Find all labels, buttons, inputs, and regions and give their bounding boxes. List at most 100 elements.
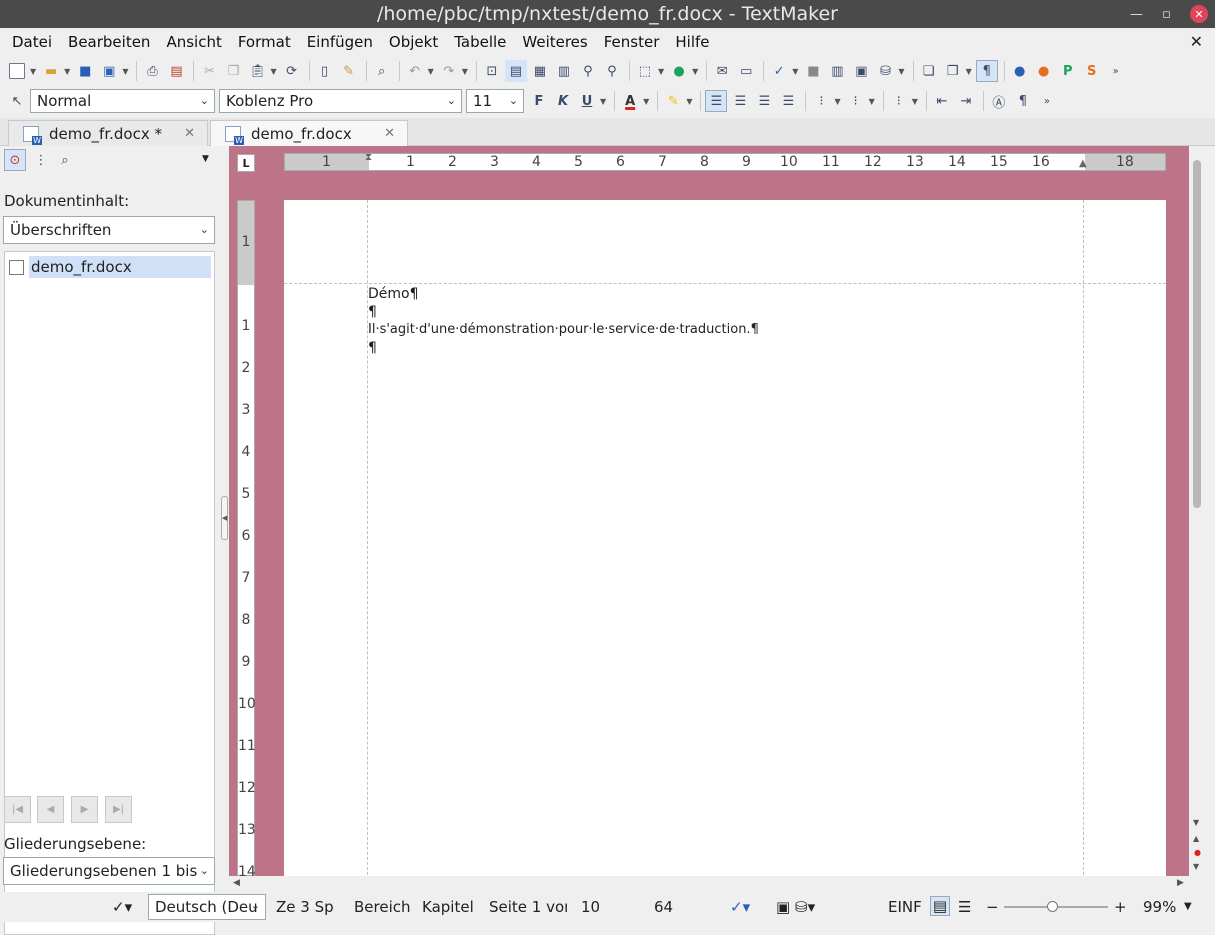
close-tab-icon[interactable]: ✕	[384, 126, 395, 141]
outline-view-icon[interactable]: ▥	[553, 60, 575, 82]
justify-icon[interactable]: ☰	[777, 90, 799, 112]
firefox-icon[interactable]: ●	[1033, 60, 1055, 82]
document-copy-icon[interactable]: ❏	[918, 60, 940, 82]
open-folder-icon[interactable]: ▬	[40, 60, 62, 82]
vertical-ruler[interactable]: 1 1 2 3 4 5 6 7 8 9 10 11 12 13 14	[237, 200, 256, 876]
insert-mode[interactable]: EINF	[888, 898, 922, 916]
scroll-right-icon[interactable]: ▶	[1177, 878, 1184, 888]
paragraph-format-icon[interactable]: ¶	[1012, 90, 1034, 112]
envelope-icon[interactable]: ✉	[711, 60, 733, 82]
menu-bearbeiten[interactable]: Bearbeiten	[60, 33, 158, 51]
language-select[interactable]: Deutsch (Deu ⌄	[148, 894, 266, 920]
vertical-scrollbar[interactable]: ▼ ▲ ● ▼	[1189, 146, 1205, 876]
menu-einfuegen[interactable]: Einfügen	[299, 33, 381, 51]
document-page[interactable]: Démo¶ ¶ Il·s'agit·d'une·démonstration·po…	[284, 200, 1166, 876]
font-size-select[interactable]: 11 ⌄	[466, 89, 524, 113]
refresh-icon[interactable]: ⟳	[281, 60, 303, 82]
spellcheck-icon[interactable]: ✓▾	[730, 898, 750, 916]
numbered-list-icon[interactable]: ⁝	[845, 90, 867, 112]
scrollbar-thumb[interactable]	[1193, 160, 1201, 508]
previous-button[interactable]: ◀	[37, 796, 64, 823]
maximize-icon[interactable]: ▫	[1162, 0, 1171, 28]
zoom-in-icon[interactable]: +	[1114, 898, 1127, 916]
export-pdf-icon[interactable]: ▤	[165, 60, 187, 82]
normal-view-icon[interactable]: ▤	[504, 60, 527, 82]
scroll-left-icon[interactable]: ◀	[233, 878, 240, 888]
menu-tabelle[interactable]: Tabelle	[446, 33, 514, 51]
menu-ansicht[interactable]: Ansicht	[158, 33, 229, 51]
tab-document-modified[interactable]: demo_fr.docx * ✕	[8, 120, 208, 146]
horizontal-ruler[interactable]: ⧗ ▲ 1 1 2 3 4 5 6 7 8 9 10 11 12 13 14 1…	[284, 152, 1166, 171]
database-icon[interactable]: ⛁	[874, 60, 896, 82]
chevron-down-icon[interactable]: ▼	[1184, 901, 1192, 912]
zoom-out-icon[interactable]: −	[986, 898, 999, 916]
paste-icon[interactable]: 📋︎	[246, 60, 268, 82]
menu-fenster[interactable]: Fenster	[596, 33, 668, 51]
previous-page-icon[interactable]: ▲	[1193, 834, 1199, 843]
pointer-icon[interactable]: ↖	[6, 90, 28, 112]
normal-view-icon[interactable]: ▤	[930, 896, 950, 916]
cut-icon[interactable]: ✂	[198, 60, 220, 82]
chevron-down-icon[interactable]: ▼	[202, 154, 209, 164]
character-format-icon[interactable]: Ⓐ	[988, 90, 1010, 112]
copy-icon[interactable]: ❐	[222, 60, 244, 82]
last-button[interactable]: ▶|	[105, 796, 132, 823]
outline-list-icon[interactable]: ⁝	[888, 90, 910, 112]
save-all-icon[interactable]: ▣	[98, 60, 120, 82]
layout-view-icon[interactable]: ▦	[529, 60, 551, 82]
next-button[interactable]: ▶	[71, 796, 98, 823]
bold-button[interactable]: F	[528, 90, 550, 112]
more-icon[interactable]: »	[1105, 60, 1127, 82]
spellcheck-icon[interactable]: ✓	[768, 60, 790, 82]
minimize-icon[interactable]: —	[1130, 0, 1143, 28]
tree-item[interactable]: demo_fr.docx	[9, 256, 211, 278]
style-select[interactable]: Normal ⌄	[30, 89, 215, 113]
font-color-button[interactable]: A	[619, 90, 641, 112]
paragraph-empty[interactable]: ¶	[368, 339, 377, 357]
redo-icon[interactable]: ↷	[438, 60, 460, 82]
horizontal-scrollbar[interactable]: ◀ ▶	[229, 876, 1189, 892]
shade-icon[interactable]: ■	[802, 60, 824, 82]
spellcheck-status-icon[interactable]: ✓▾	[112, 898, 132, 916]
thunderbird-icon[interactable]: ●	[1009, 60, 1031, 82]
print-icon[interactable]: ⎙	[141, 60, 163, 82]
italic-button[interactable]: K	[552, 90, 574, 112]
more-icon[interactable]: »	[1036, 90, 1058, 112]
scroll-down-icon[interactable]: ▼	[1193, 818, 1199, 827]
zoom-in-icon[interactable]: ⚲	[577, 60, 599, 82]
first-button[interactable]: |◀	[4, 796, 31, 823]
presentations-icon[interactable]: S	[1081, 60, 1103, 82]
highlight-icon[interactable]: ✎	[662, 90, 684, 112]
new-document-icon[interactable]	[6, 60, 28, 82]
close-tab-icon[interactable]: ✕	[184, 126, 195, 141]
zoom-slider-handle[interactable]	[1047, 901, 1058, 912]
tab-document-active[interactable]: demo_fr.docx ✕	[210, 120, 408, 146]
menu-datei[interactable]: Datei	[4, 33, 60, 51]
stamp-icon[interactable]: ▣	[776, 898, 790, 916]
objects-icon[interactable]: ⋮	[30, 149, 52, 171]
menu-format[interactable]: Format	[230, 33, 299, 51]
close-window-icon[interactable]: ✕	[1190, 5, 1208, 23]
page-view-icon[interactable]: ▯	[314, 60, 336, 82]
frame-icon[interactable]: ⬚	[634, 60, 656, 82]
database-icon[interactable]: ⛁▾	[795, 898, 815, 916]
next-page-icon[interactable]: ▼	[1193, 862, 1199, 871]
web-icon[interactable]: ●	[668, 60, 690, 82]
search-icon[interactable]: ⌕	[371, 60, 393, 82]
book-icon[interactable]: ▥	[826, 60, 848, 82]
pilcrow-icon[interactable]: ¶	[975, 60, 998, 82]
outline-view-icon[interactable]: ☰	[958, 898, 971, 916]
save-icon[interactable]: ■	[74, 60, 96, 82]
zoom-fit-icon[interactable]: ⊡	[481, 60, 503, 82]
increase-indent-icon[interactable]: ⇥	[955, 90, 977, 112]
stamp-icon[interactable]: ▣	[850, 60, 872, 82]
underline-button[interactable]: U	[576, 90, 598, 112]
indent-marker-icon[interactable]: ⧗	[365, 152, 372, 163]
decrease-indent-icon[interactable]: ⇤	[931, 90, 953, 112]
paragraph-body[interactable]: Il·s'agit·d'une·démonstration·pour·le·se…	[368, 321, 759, 339]
navigator-icon[interactable]: ⊙	[4, 149, 26, 171]
menu-weiteres[interactable]: Weiteres	[514, 33, 595, 51]
tree-checkbox[interactable]	[9, 259, 24, 275]
undo-icon[interactable]: ↶	[404, 60, 426, 82]
collapse-panel-icon[interactable]: ◀	[221, 496, 228, 540]
